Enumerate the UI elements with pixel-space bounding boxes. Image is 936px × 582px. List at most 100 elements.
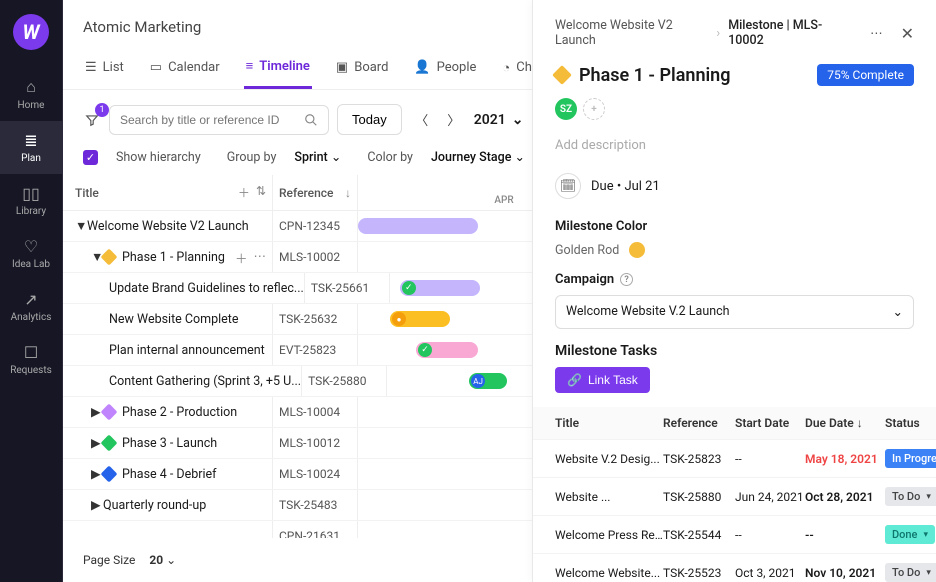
- timeline-bar[interactable]: [358, 218, 478, 234]
- task-status-cell: In Progre: [885, 449, 936, 468]
- row-reference: TSK-25880: [302, 366, 387, 396]
- row-reference: TSK-25661: [305, 273, 390, 303]
- task-start: Oct 3, 2021: [735, 566, 805, 580]
- calendar-icon[interactable]: 🗓: [555, 173, 581, 199]
- nav-plan[interactable]: ≣ Plan: [0, 121, 62, 174]
- nav-analytics[interactable]: ↗Analytics: [0, 280, 62, 333]
- group-by-value[interactable]: Sprint ⌄: [294, 149, 341, 165]
- link-icon: 🔗: [567, 373, 582, 387]
- filter-button[interactable]: 1: [83, 111, 101, 129]
- crumb-current: Milestone | MLS- 10002: [728, 18, 854, 48]
- nav-label: Library: [16, 206, 46, 217]
- add-column-icon[interactable]: ＋: [238, 184, 250, 201]
- filter-count-badge: 1: [95, 103, 109, 117]
- timeline-bar[interactable]: AJ: [469, 373, 507, 389]
- avatar: ●: [392, 312, 406, 326]
- close-icon[interactable]: ✕: [901, 24, 914, 43]
- status-chip[interactable]: In Progre: [885, 449, 936, 468]
- sort-desc-icon[interactable]: ↓: [345, 186, 351, 200]
- task-row[interactable]: Website ...TSK-25880Jun 24, 2021Oct 28, …: [533, 478, 936, 516]
- color-section: Milestone Color Golden Rod: [533, 219, 936, 258]
- nav-home[interactable]: ⌂Home: [0, 68, 62, 121]
- progress-badge: 75% Complete: [817, 64, 914, 86]
- task-ref: TSK-25823: [663, 452, 735, 466]
- timeline-bar[interactable]: ✓: [416, 342, 478, 358]
- row-reference: TSK-25483: [273, 490, 358, 520]
- list-icon: ≣: [24, 131, 37, 149]
- status-chip[interactable]: To Do: [885, 487, 936, 506]
- view-timeline[interactable]: ≡Timeline: [244, 52, 312, 89]
- task-row[interactable]: Welcome Press Re...TSK-25544----Done: [533, 516, 936, 554]
- view-people[interactable]: 👤People: [412, 52, 478, 89]
- today-button[interactable]: Today: [337, 104, 402, 135]
- sort-icon[interactable]: ⇅: [256, 184, 266, 201]
- nav-library[interactable]: ▯▯Library: [0, 174, 62, 227]
- timeline-icon: ≡: [246, 58, 254, 74]
- col-title-header: Title ＋⇅: [63, 175, 273, 210]
- search-input-wrapper[interactable]: [109, 105, 329, 135]
- due-row: 🗓 Due • Jul 21: [533, 173, 936, 219]
- row-title: Welcome Website V2 Launch: [87, 219, 249, 234]
- campaign-select[interactable]: Welcome Website V.2 Launch⌄: [555, 295, 914, 329]
- task-title: Website V.2 Desig...: [555, 452, 663, 466]
- task-title: Welcome Website...: [555, 566, 663, 580]
- description-input[interactable]: Add description: [533, 138, 936, 173]
- avatar[interactable]: SZ: [555, 98, 577, 120]
- check-icon: ✓: [418, 343, 432, 357]
- chevron-right-icon: ›: [716, 26, 720, 41]
- timeline-bar[interactable]: ●: [390, 311, 450, 327]
- view-list[interactable]: ☰List: [83, 52, 126, 89]
- expand-caret-icon[interactable]: ▶: [91, 497, 103, 513]
- nav-label: Plan: [21, 153, 41, 164]
- bulb-icon: ♡: [24, 237, 38, 255]
- more-icon[interactable]: ⋯: [254, 248, 267, 267]
- milestone-diamond-icon: [101, 466, 118, 483]
- row-title: Update Brand Guidelines to reflec...: [109, 281, 304, 296]
- timeline-bar[interactable]: ✓: [400, 280, 480, 296]
- row-title: Phase 3 - Launch: [122, 436, 217, 451]
- prev-period[interactable]: 〈: [410, 108, 434, 132]
- show-hierarchy-checkbox[interactable]: ✓: [83, 150, 98, 165]
- task-due: May 18, 2021: [805, 452, 885, 466]
- more-icon[interactable]: ⋯: [870, 25, 883, 41]
- year-selector[interactable]: 2021⌄: [474, 112, 524, 128]
- link-task-button[interactable]: 🔗Link Task: [555, 367, 650, 393]
- panel-title-row: Phase 1 - Planning 75% Complete: [533, 64, 936, 98]
- board-icon: ▣: [336, 60, 348, 75]
- task-ref: TSK-25523: [663, 566, 735, 580]
- add-assignee-button[interactable]: +: [583, 98, 605, 120]
- milestone-diamond-icon: [101, 249, 118, 266]
- task-ref: TSK-25544: [663, 528, 735, 542]
- page-size-select[interactable]: 20 ⌄: [149, 553, 176, 567]
- task-row[interactable]: Welcome Website...TSK-25523Oct 3, 2021No…: [533, 554, 936, 582]
- next-period[interactable]: 〉: [442, 108, 466, 132]
- nav-idea-lab[interactable]: ♡Idea Lab: [0, 227, 62, 280]
- row-title: Phase 2 - Production: [122, 405, 237, 420]
- show-hierarchy-label: Show hierarchy: [116, 150, 201, 165]
- status-chip[interactable]: Done: [885, 525, 935, 544]
- color-by-label: Color by: [367, 150, 413, 165]
- add-icon[interactable]: ＋: [235, 248, 248, 267]
- task-row[interactable]: Website V.2 Desig...TSK-25823--May 18, 2…: [533, 440, 936, 478]
- tasks-section-head: Milestone Tasks 🔗Link Task: [533, 343, 936, 393]
- page-size-label: Page Size: [83, 553, 135, 567]
- row-title: Phase 1 - Planning: [122, 250, 225, 265]
- row-reference: MLS-10004: [273, 397, 358, 427]
- status-chip[interactable]: To Do: [885, 563, 936, 582]
- color-by-value[interactable]: Journey Stage ⌄: [431, 149, 525, 165]
- help-icon[interactable]: ?: [620, 273, 633, 286]
- chevron-down-icon: ⌄: [893, 304, 903, 320]
- app-logo: W: [13, 14, 49, 50]
- crumb-parent[interactable]: Welcome Website V2 Launch: [555, 18, 708, 48]
- view-board[interactable]: ▣Board: [334, 52, 391, 89]
- chevron-down-icon: ⌄: [512, 112, 524, 128]
- search-input[interactable]: [120, 113, 298, 127]
- color-swatch[interactable]: [629, 242, 645, 258]
- row-title: New Website Complete: [109, 312, 239, 327]
- assignee-row: SZ +: [533, 98, 936, 138]
- nav-requests[interactable]: ☐Requests: [0, 333, 62, 386]
- expand-caret-icon[interactable]: ▼: [75, 219, 87, 234]
- task-start: --: [735, 452, 805, 466]
- panel-title: Phase 1 - Planning: [579, 65, 730, 86]
- view-calendar[interactable]: ▭Calendar: [148, 52, 222, 89]
